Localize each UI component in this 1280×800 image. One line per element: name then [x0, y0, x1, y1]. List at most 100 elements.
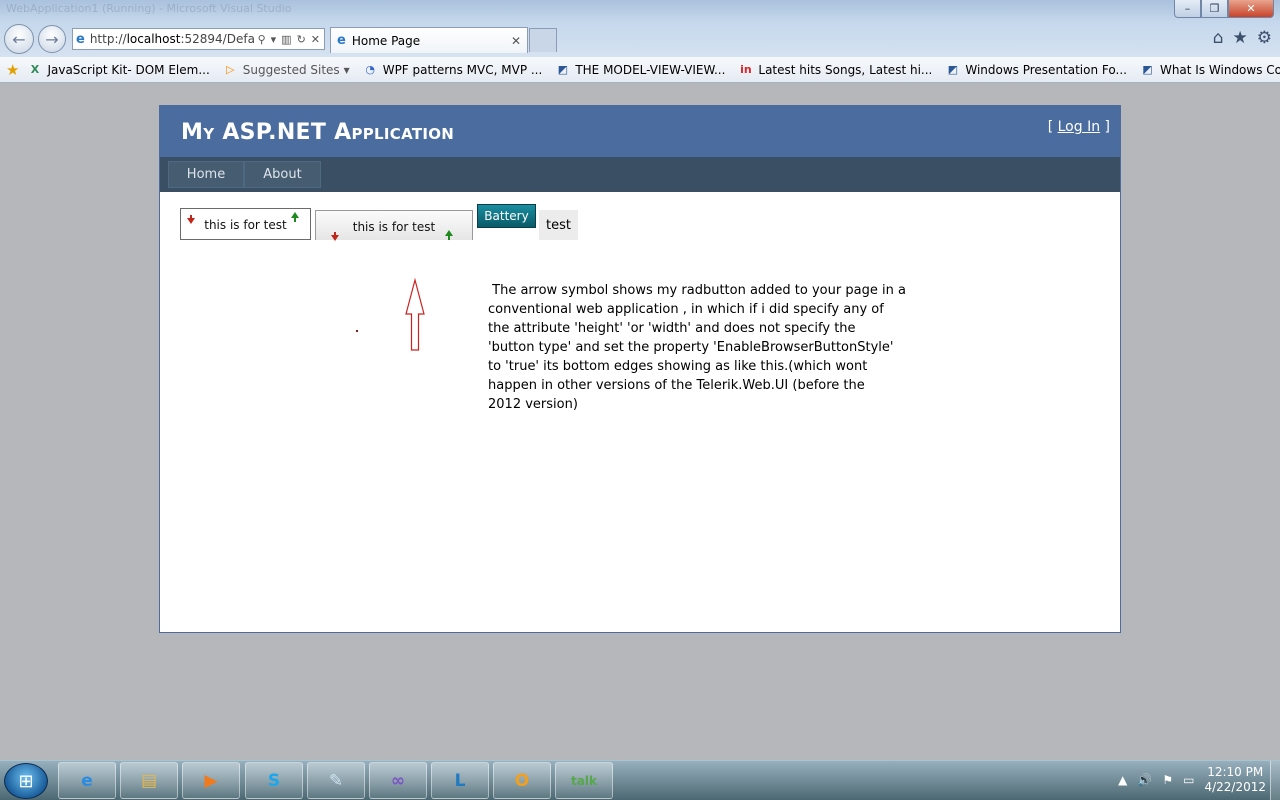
taskbar-google-talk[interactable]: talk	[555, 762, 613, 799]
favorite-label: WPF patterns MVC, MVP ...	[382, 62, 543, 77]
start-button[interactable]: ⊞	[4, 763, 48, 799]
address-prefix: http://	[89, 32, 127, 46]
login-display: [ Log In ]	[1048, 119, 1110, 135]
battery-button[interactable]: Battery	[477, 204, 536, 228]
media-player-icon: ▶	[204, 770, 218, 791]
clock-date: 4/22/2012	[1204, 780, 1266, 794]
taskbar-outlook[interactable]: O	[493, 762, 551, 799]
windows-logo-icon: ⊞	[18, 770, 34, 792]
favorites-bar: ★ X JavaScript Kit- DOM Elem... ▷ Suggested…	[0, 57, 1280, 83]
favorite-label: THE MODEL-VIEW-VIEW...	[575, 62, 726, 77]
page-container: My ASP.NET Application [ Log In ] Home A…	[159, 105, 1121, 633]
refresh-icon[interactable]: ↻	[297, 33, 306, 46]
internet-explorer-icon: e	[81, 770, 93, 791]
red-outline-up-arrow-icon	[405, 278, 425, 351]
tab-title: Home Page	[351, 33, 421, 48]
compatibility-view-icon[interactable]: ▥	[281, 33, 291, 46]
lync-icon: L	[454, 770, 466, 791]
window-controls: – ❐ ✕	[1174, 0, 1274, 18]
favorites-list: X JavaScript Kit- DOM Elem... ▷ Suggested S…	[27, 62, 1280, 77]
radbutton-2-label: this is for test	[352, 220, 436, 234]
favorite-site-icon: ▷	[226, 63, 235, 76]
favorite-link[interactable]: ◩ THE MODEL-VIEW-VIEW...	[555, 62, 726, 77]
page-viewport: My ASP.NET Application [ Log In ] Home A…	[0, 83, 1280, 760]
skype-icon: S	[267, 770, 281, 791]
favorite-site-icon: ◩	[1142, 63, 1153, 76]
tab-close-icon[interactable]: ✕	[511, 34, 521, 48]
maximize-button[interactable]: ❐	[1201, 0, 1228, 18]
clock[interactable]: 12:10 PM 4/22/2012	[1204, 765, 1266, 795]
ie-page-icon: e	[76, 31, 85, 47]
menu-item-home[interactable]: Home	[168, 161, 244, 188]
taskbar-visual-studio[interactable]: ∞	[369, 762, 427, 799]
favorite-link[interactable]: X JavaScript Kit- DOM Elem...	[27, 62, 210, 77]
windows-explorer-icon: ▤	[140, 770, 158, 791]
favorites-star-icon[interactable]: ★	[1233, 28, 1248, 48]
favorite-site-icon: ◩	[557, 63, 569, 76]
favorite-label: JavaScript Kit- DOM Elem...	[47, 62, 210, 77]
visual-studio-icon: ∞	[390, 770, 406, 791]
radbutton-1-label: this is for test	[204, 218, 287, 232]
forward-arrow-icon: →	[45, 29, 59, 49]
address-rest: :52894/Defa	[180, 32, 255, 46]
stop-icon[interactable]: ✕	[311, 33, 320, 46]
close-window-button[interactable]: ✕	[1228, 0, 1274, 18]
taskbar-windows-explorer[interactable]: ▤	[120, 762, 178, 799]
site-header: My ASP.NET Application [ Log In ]	[160, 106, 1120, 157]
stray-dot	[356, 330, 358, 332]
minimize-button[interactable]: –	[1174, 0, 1201, 18]
address-bar[interactable]: e http://localhost:52894/Defa ⚲ ▾ ▥ ↻ ✕	[72, 28, 325, 50]
dropdown-icon[interactable]: ▾	[344, 63, 350, 77]
tools-gear-icon[interactable]: ⚙	[1257, 28, 1272, 48]
login-bracket-open: [	[1047, 119, 1058, 135]
toolbar-right-icons: ⌂ ★ ⚙	[1213, 28, 1272, 48]
outlook-icon: O	[514, 770, 530, 791]
dropdown-icon[interactable]: ▾	[271, 33, 277, 46]
show-hidden-icons-icon[interactable]: ▲	[1118, 773, 1127, 787]
favorite-label: Latest hits Songs, Latest hi...	[758, 62, 933, 77]
google-talk-icon: talk	[571, 773, 597, 788]
taskbar-media-player[interactable]: ▶	[182, 762, 240, 799]
home-icon[interactable]: ⌂	[1213, 28, 1224, 48]
ie-tab-icon: e	[337, 33, 346, 48]
radbutton-test-1[interactable]: this is for test	[180, 208, 311, 240]
login-bracket-close: ]	[1100, 119, 1110, 135]
show-desktop-button[interactable]	[1270, 761, 1280, 800]
test-button[interactable]: test	[539, 210, 578, 240]
taskbar-lync[interactable]: L	[431, 762, 489, 799]
main-menu: Home About	[160, 157, 1120, 192]
favorite-link[interactable]: ◩ Windows Presentation Fo...	[945, 62, 1127, 77]
back-button[interactable]: ←	[4, 24, 34, 54]
address-tools: ⚲ ▾ ▥ ↻ ✕	[258, 33, 324, 46]
favorite-link[interactable]: ◔ WPF patterns MVC, MVP ...	[363, 62, 543, 77]
tab-home-page[interactable]: e Home Page ✕	[330, 27, 528, 53]
app-title: My ASP.NET Application	[181, 120, 455, 145]
log-in-link[interactable]: Log In	[1058, 119, 1100, 135]
back-arrow-icon: ←	[12, 29, 26, 49]
favorite-label: Suggested Sites	[242, 62, 340, 77]
favorite-link[interactable]: in Latest hits Songs, Latest hi...	[738, 62, 932, 77]
favorite-link[interactable]: ◩ What Is Windows Commu...	[1140, 62, 1280, 77]
network-icon[interactable]: ▭	[1183, 773, 1194, 787]
action-center-flag-icon[interactable]: ⚑	[1162, 773, 1173, 787]
red-down-arrow-icon	[331, 232, 339, 241]
taskbar-notepad[interactable]: ✎	[307, 762, 365, 799]
forward-button[interactable]: →	[38, 25, 66, 53]
menu-item-about[interactable]: About	[244, 161, 321, 188]
favorite-link[interactable]: ▷ Suggested Sites ▾	[223, 62, 350, 77]
add-favorite-star-icon[interactable]: ★	[6, 61, 19, 79]
taskbar-internet-explorer[interactable]: e	[58, 762, 116, 799]
system-tray: ▲ 🔊 ⚑ ▭ 12:10 PM 4/22/2012	[1118, 765, 1266, 795]
radbutton-test-2[interactable]: this is for test	[315, 210, 473, 241]
explanation-text: The arrow symbol shows my radbutton adde…	[488, 283, 906, 412]
favorite-site-icon: ◩	[947, 63, 959, 76]
favorite-label: What Is Windows Commu...	[1159, 62, 1280, 77]
favorite-site-icon: in	[740, 63, 752, 76]
volume-icon[interactable]: 🔊	[1137, 773, 1152, 787]
windows-taskbar: ⊞ e ▤ ▶ S ✎ ∞ L Otalk ▲ 🔊 ⚑ ▭ 12:10 PM 4/22/201…	[0, 760, 1280, 800]
search-icon[interactable]: ⚲	[258, 33, 266, 46]
new-tab-button[interactable]	[529, 28, 557, 52]
clock-time: 12:10 PM	[1207, 765, 1264, 779]
taskbar-skype[interactable]: S	[245, 762, 303, 799]
favorite-label: Windows Presentation Fo...	[965, 62, 1127, 77]
